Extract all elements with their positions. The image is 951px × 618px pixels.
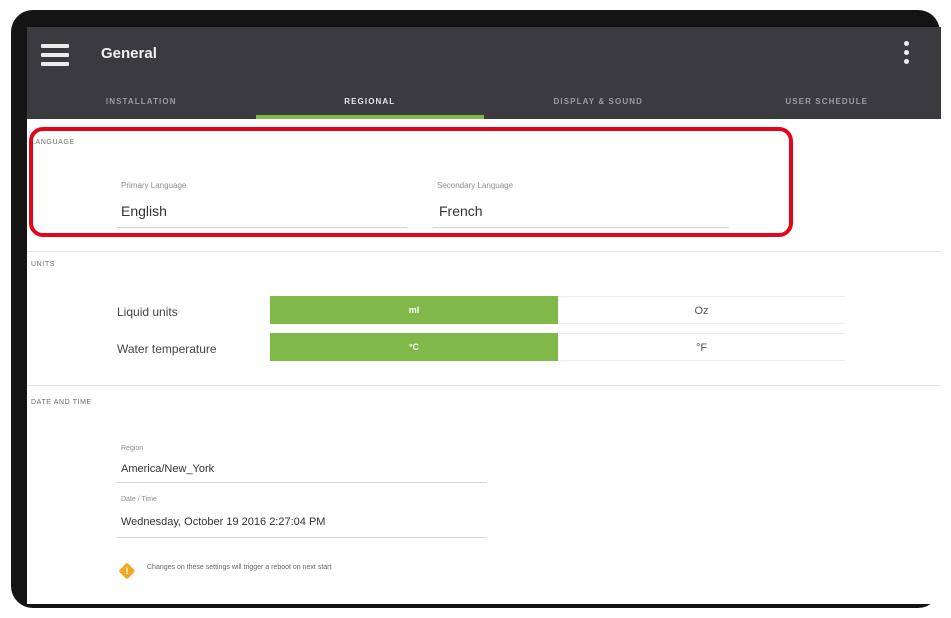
hamburger-menu-icon[interactable] [41, 44, 69, 66]
language-highlight-box [29, 127, 793, 237]
app-screen: General INSTALLATION REGIONAL DISPLAY & … [27, 27, 941, 604]
tab-user-schedule[interactable]: USER SCHEDULE [713, 89, 942, 119]
page-title: General [101, 45, 157, 62]
tab-display-sound[interactable]: DISPLAY & SOUND [484, 89, 713, 119]
tab-regional[interactable]: REGIONAL [255, 89, 484, 119]
liquid-units-oz-option[interactable]: Oz [558, 296, 845, 324]
date-time-value[interactable]: Wednesday, October 19 2016 2:27:04 PM [121, 516, 325, 528]
date-time-underline [117, 537, 487, 538]
region-value[interactable]: America/New_York [121, 463, 214, 475]
tab-installation[interactable]: INSTALLATION [27, 89, 256, 119]
datetime-section-label: DATE AND TIME [31, 399, 92, 406]
reboot-warning-text: Changes on these settings will trigger a… [147, 564, 332, 571]
more-vertical-icon[interactable] [899, 41, 913, 71]
date-time-label: Date / Time [121, 496, 157, 503]
warning-icon: ! [118, 562, 136, 580]
water-temp-celsius-option[interactable]: °C [270, 333, 558, 361]
region-underline [117, 482, 487, 483]
section-divider [27, 385, 941, 386]
liquid-units-label: Liquid units [117, 305, 178, 319]
water-temp-fahrenheit-option[interactable]: °F [558, 333, 845, 361]
app-bar: General INSTALLATION REGIONAL DISPLAY & … [27, 27, 941, 119]
units-section-label: UNITS [31, 261, 55, 268]
region-label: Region [121, 445, 144, 452]
water-temperature-label: Water temperature [117, 342, 217, 356]
liquid-units-ml-option[interactable]: ml [270, 296, 558, 324]
tab-bar: INSTALLATION REGIONAL DISPLAY & SOUND US… [27, 89, 941, 119]
section-divider [27, 251, 941, 252]
